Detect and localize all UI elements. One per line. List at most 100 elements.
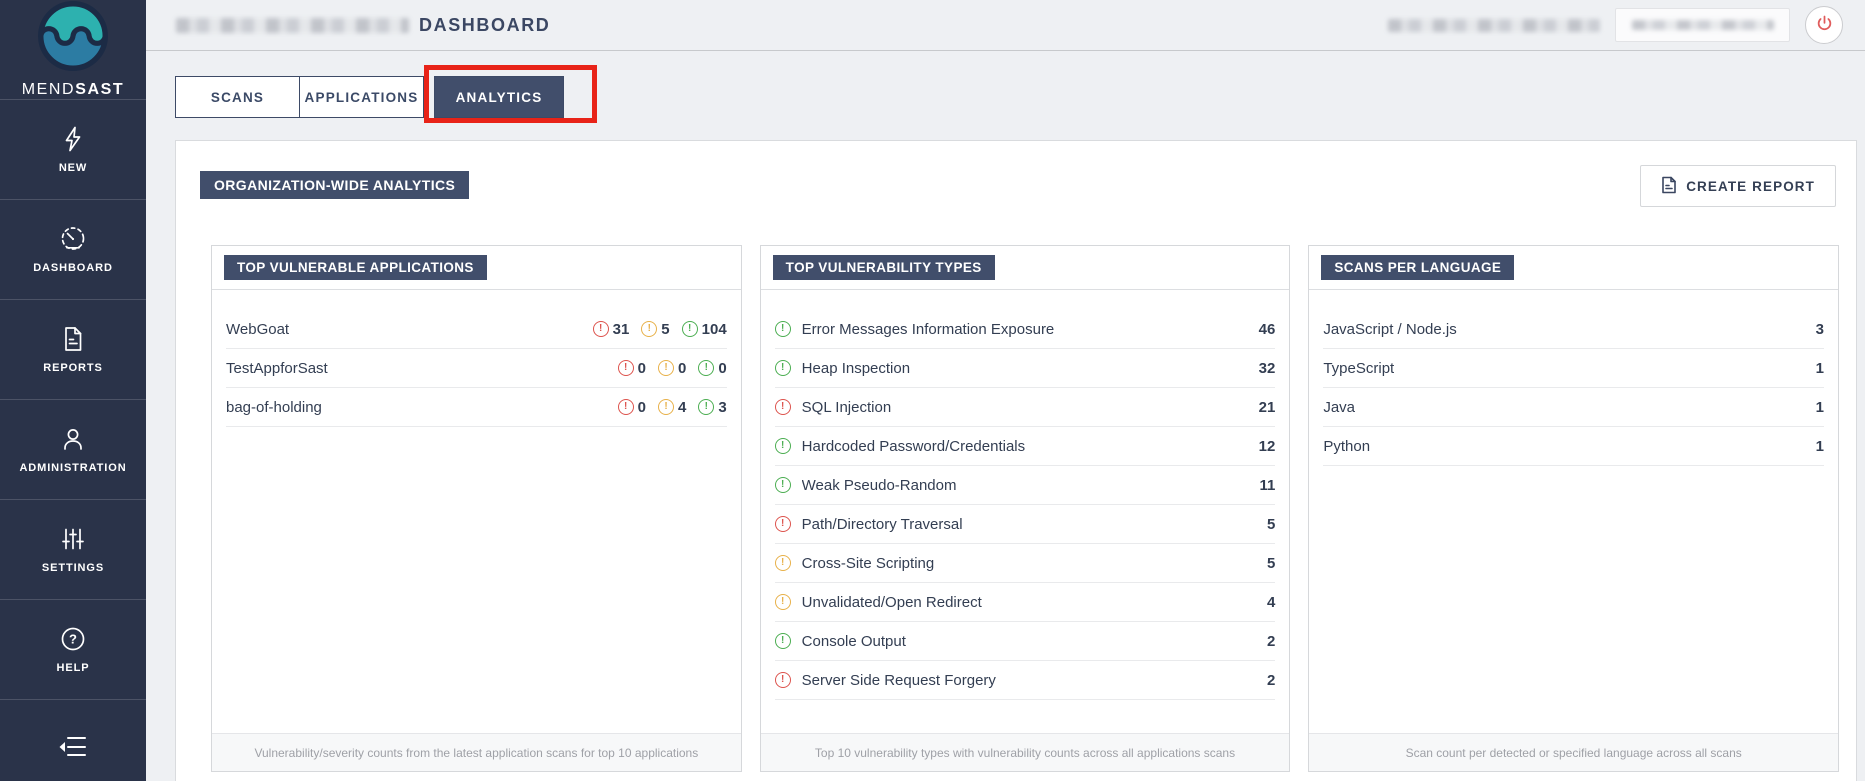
sidebar-item-reports[interactable]: REPORTS xyxy=(0,300,146,400)
sidebar-item-administration[interactable]: ADMINISTRATION xyxy=(0,400,146,500)
sidebar-item-label: SETTINGS xyxy=(42,562,104,574)
medium-count: 4 xyxy=(678,399,686,416)
table-row: !Hardcoded Password/Credentials 12 xyxy=(775,427,1276,466)
mend-logo-icon xyxy=(37,0,109,72)
vulnerability-type-name: Path/Directory Traversal xyxy=(802,516,963,533)
vulnerability-count: 46 xyxy=(1259,321,1276,338)
table-row: !SQL Injection 21 xyxy=(775,388,1276,427)
table-row: ! Server Side Request Forgery 2 xyxy=(775,661,1276,700)
severity-low-icon: ! xyxy=(775,438,791,454)
table-row: TestAppforSast !0 !0 !0 xyxy=(226,349,727,388)
tab-scans[interactable]: SCANS xyxy=(175,76,300,118)
table-row: WebGoat !31 !5 !104 xyxy=(226,310,727,349)
redacted-account-field[interactable] xyxy=(1615,8,1790,42)
redacted-user-info xyxy=(1388,19,1600,32)
scan-count: 1 xyxy=(1816,438,1824,455)
table-row: !Path/Directory Traversal 5 xyxy=(775,505,1276,544)
lightning-icon xyxy=(59,125,87,153)
topbar-right xyxy=(1388,6,1843,44)
create-report-button[interactable]: CREATE REPORT xyxy=(1640,165,1836,207)
table-row: TypeScript 1 xyxy=(1323,349,1824,388)
sidebar-item-label: DASHBOARD xyxy=(33,262,113,274)
severity-high-icon: ! xyxy=(775,672,791,688)
vulnerability-type-name: SQL Injection xyxy=(802,399,892,416)
vulnerability-count: 2 xyxy=(1267,672,1275,689)
severity-high-icon: ! xyxy=(593,321,609,337)
logo[interactable]: MENDSAST xyxy=(0,0,146,100)
table-row: JavaScript / Node.js 3 xyxy=(1323,310,1824,349)
sidebar-item-new[interactable]: NEW xyxy=(0,100,146,200)
sidebar-item-settings[interactable]: SETTINGS xyxy=(0,500,146,600)
application-name: bag-of-holding xyxy=(226,399,322,416)
severity-medium-icon: ! xyxy=(641,321,657,337)
severity-medium-icon: ! xyxy=(658,399,674,415)
card-applications: TOP VULNERABLE APPLICATIONS WebGoat !31 … xyxy=(211,245,742,772)
collapse-menu-icon xyxy=(58,734,88,765)
scan-count: 1 xyxy=(1816,399,1824,416)
vulnerability-count: 32 xyxy=(1259,360,1276,377)
severity-high-icon: ! xyxy=(775,516,791,532)
table-row: !Unvalidated/Open Redirect 4 xyxy=(775,583,1276,622)
high-count: 31 xyxy=(613,321,630,338)
sidebar-item-dashboard[interactable]: DASHBOARD xyxy=(0,200,146,300)
severity-counters: !0 !4 !3 xyxy=(618,399,727,416)
panel-head: ORGANIZATION-WIDE ANALYTICS CREATE REPOR… xyxy=(176,141,1856,207)
cards: TOP VULNERABLE APPLICATIONS WebGoat !31 … xyxy=(176,207,1856,772)
severity-high-icon: ! xyxy=(775,399,791,415)
svg-text:?: ? xyxy=(69,632,77,647)
card-title-badge: SCANS PER LANGUAGE xyxy=(1321,255,1514,280)
vulnerability-count: 11 xyxy=(1259,477,1275,494)
vulnerability-type-name: Server Side Request Forgery xyxy=(802,672,996,689)
severity-low-icon: ! xyxy=(682,321,698,337)
language-name: Python xyxy=(1323,438,1370,455)
table-row: ! Heap Inspection 32 xyxy=(775,349,1276,388)
scan-count: 3 xyxy=(1816,321,1824,338)
severity-low-icon: ! xyxy=(775,633,791,649)
high-count: 0 xyxy=(638,399,646,416)
table-row: !Cross-Site Scripting 5 xyxy=(775,544,1276,583)
card-header: SCANS PER LANGUAGE xyxy=(1309,246,1838,290)
user-icon xyxy=(59,425,87,453)
tab-analytics[interactable]: ANALYTICS xyxy=(434,76,564,118)
application-name: WebGoat xyxy=(226,321,289,338)
sidebar-item-label: NEW xyxy=(59,162,87,174)
annotation-highlight-box: ANALYTICS xyxy=(424,65,597,123)
tabs: SCANSAPPLICATIONSANALYTICS xyxy=(175,76,1865,120)
scan-count: 1 xyxy=(1816,360,1824,377)
main-area: DASHBOARD SCANSAPPLICATIONSANALYTICS ORG… xyxy=(146,0,1865,781)
sliders-icon xyxy=(59,525,87,553)
vulnerability-count: 2 xyxy=(1267,633,1275,650)
card-rows: !Error Messages Information Exposure 46 … xyxy=(761,290,1290,733)
sidebar-item-label: REPORTS xyxy=(43,362,102,374)
table-row: Java 1 xyxy=(1323,388,1824,427)
card-header: TOP VULNERABILITY TYPES xyxy=(761,246,1290,290)
table-row: ! Error Messages Information Exposure 46 xyxy=(775,310,1276,349)
sidebar: MENDSAST NEW DASHBOARD REPORTS ADMINISTRATI… xyxy=(0,0,146,781)
vulnerability-type-name: Error Messages Information Exposure xyxy=(802,321,1055,338)
card-footer-caption: Vulnerability/severity counts from the l… xyxy=(212,733,741,771)
table-row: bag-of-holding !0 !4 !3 xyxy=(226,388,727,427)
report-icon xyxy=(59,325,87,353)
low-count: 104 xyxy=(702,321,727,338)
logout-button[interactable] xyxy=(1805,6,1843,44)
severity-low-icon: ! xyxy=(775,360,791,376)
sidebar-collapse-button[interactable] xyxy=(0,700,146,781)
severity-low-icon: ! xyxy=(698,399,714,415)
vulnerability-type-name: Heap Inspection xyxy=(802,360,910,377)
card-rows: JavaScript / Node.js 3 TypeScript 1 Java… xyxy=(1309,290,1838,733)
topbar: DASHBOARD xyxy=(146,0,1865,51)
sidebar-nav: NEW DASHBOARD REPORTS ADMINISTRATION SETTING… xyxy=(0,100,146,700)
card-languages: SCANS PER LANGUAGE JavaScript / Node.js … xyxy=(1308,245,1839,772)
power-icon xyxy=(1815,14,1834,36)
severity-low-icon: ! xyxy=(775,321,791,337)
app-root: MENDSAST NEW DASHBOARD REPORTS ADMINISTRATI… xyxy=(0,0,1865,781)
vulnerability-count: 12 xyxy=(1259,438,1276,455)
sidebar-item-label: HELP xyxy=(57,662,90,674)
severity-high-icon: ! xyxy=(618,399,634,415)
vulnerability-count: 4 xyxy=(1267,594,1275,611)
severity-low-icon: ! xyxy=(775,477,791,493)
severity-medium-icon: ! xyxy=(658,360,674,376)
vulnerability-count: 5 xyxy=(1267,555,1275,572)
sidebar-item-help[interactable]: ? HELP xyxy=(0,600,146,700)
tab-applications[interactable]: APPLICATIONS xyxy=(299,76,424,118)
